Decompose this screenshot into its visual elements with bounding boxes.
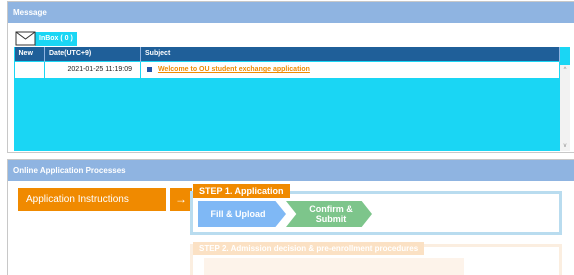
column-header-new: New <box>14 47 45 61</box>
column-header-subject: Subject <box>140 47 560 61</box>
cell-subject: Welcome to OU student exchange applicati… <box>140 60 560 79</box>
application-instructions-button[interactable]: Application Instructions <box>18 188 166 211</box>
message-list-area: New Date(UTC+9) Subject 2021-01-25 11:19… <box>14 47 570 151</box>
stage-confirm-submit: Confirm & Submit <box>286 201 372 227</box>
arrow-right-icon[interactable]: → <box>170 188 192 211</box>
stage-confirm-line1: Confirm & <box>309 204 353 214</box>
message-table: New Date(UTC+9) Subject 2021-01-25 11:19… <box>14 47 560 79</box>
column-header-date: Date(UTC+9) <box>44 47 141 61</box>
table-row[interactable]: 2021-01-25 11:19:09 Welcome to OU studen… <box>14 60 560 79</box>
message-panel-header: Message <box>8 2 574 23</box>
scroll-up-icon[interactable]: ^ <box>560 65 570 75</box>
cell-date: 2021-01-25 11:19:09 <box>44 60 141 79</box>
envelope-icon <box>15 29 37 46</box>
message-panel: Message InBox ( 0 ) New Date(UTC+9) Subj… <box>7 1 574 153</box>
step2-faded-content <box>204 258 464 275</box>
process-panel: Online Application Processes Application… <box>7 159 574 275</box>
stage-confirm-submit-label: Confirm & Submit <box>309 204 353 224</box>
step1-label: STEP 1. Application <box>193 184 290 198</box>
process-panel-header: Online Application Processes <box>8 160 574 181</box>
message-scrollbar[interactable]: ^ v <box>560 65 570 151</box>
stage-confirm-line2: Submit <box>315 214 347 224</box>
stage-fill-upload-label: Fill & Upload <box>210 209 266 219</box>
bullet-icon <box>147 66 152 72</box>
step2-label: STEP 2. Admission decision & pre-enrollm… <box>193 242 425 255</box>
inbox-label[interactable]: InBox ( 0 ) <box>35 32 77 46</box>
stage-fill-upload: Fill & Upload <box>198 201 286 227</box>
inbox-tab[interactable]: InBox ( 0 ) <box>15 29 77 46</box>
cell-new <box>14 60 45 79</box>
scroll-down-icon[interactable]: v <box>560 141 570 151</box>
message-subject-link[interactable]: Welcome to OU student exchange applicati… <box>158 66 310 73</box>
table-header-row: New Date(UTC+9) Subject <box>14 47 560 61</box>
